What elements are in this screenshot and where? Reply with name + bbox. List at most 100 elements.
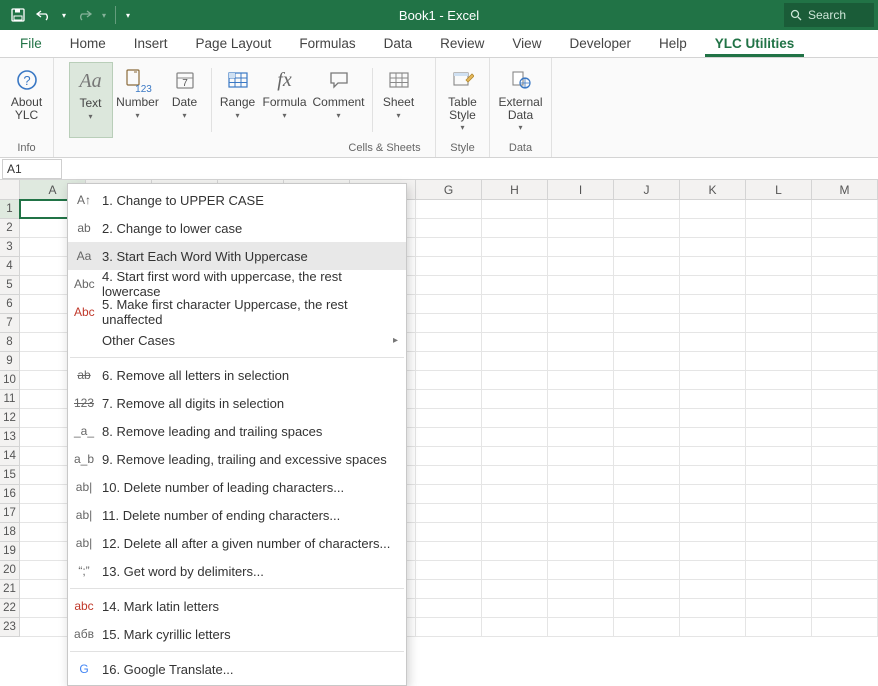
cell-H14[interactable]	[482, 447, 548, 465]
cell-J18[interactable]	[614, 523, 680, 541]
cell-L23[interactable]	[746, 618, 812, 636]
cell-H3[interactable]	[482, 238, 548, 256]
cell-G10[interactable]	[416, 371, 482, 389]
cell-I17[interactable]	[548, 504, 614, 522]
cell-J21[interactable]	[614, 580, 680, 598]
cell-I10[interactable]	[548, 371, 614, 389]
table-style-button[interactable]: Table Style ▾	[438, 62, 488, 138]
cell-L20[interactable]	[746, 561, 812, 579]
name-box[interactable]: A1	[2, 159, 62, 179]
cell-H11[interactable]	[482, 390, 548, 408]
cell-G3[interactable]	[416, 238, 482, 256]
row-header-12[interactable]: 12	[0, 409, 20, 428]
cell-K5[interactable]	[680, 276, 746, 294]
row-header-1[interactable]: 1	[0, 200, 20, 219]
cell-L21[interactable]	[746, 580, 812, 598]
cell-J16[interactable]	[614, 485, 680, 503]
cell-L9[interactable]	[746, 352, 812, 370]
cell-K3[interactable]	[680, 238, 746, 256]
cell-I13[interactable]	[548, 428, 614, 446]
external-data-button[interactable]: External Data ▾	[492, 62, 550, 138]
cell-H8[interactable]	[482, 333, 548, 351]
cell-G13[interactable]	[416, 428, 482, 446]
column-header-H[interactable]: H	[482, 180, 548, 199]
cell-J3[interactable]	[614, 238, 680, 256]
cell-K4[interactable]	[680, 257, 746, 275]
menu-item[interactable]: Aa3. Start Each Word With Uppercase	[68, 242, 406, 270]
column-header-M[interactable]: M	[812, 180, 878, 199]
formula-button[interactable]: fx Formula ▾	[260, 62, 310, 138]
cell-J6[interactable]	[614, 295, 680, 313]
cell-H16[interactable]	[482, 485, 548, 503]
tab-formulas[interactable]: Formulas	[289, 31, 365, 57]
cell-H18[interactable]	[482, 523, 548, 541]
cell-K2[interactable]	[680, 219, 746, 237]
row-header-3[interactable]: 3	[0, 238, 20, 257]
cell-J13[interactable]	[614, 428, 680, 446]
cell-M4[interactable]	[812, 257, 878, 275]
cell-L5[interactable]	[746, 276, 812, 294]
cell-L11[interactable]	[746, 390, 812, 408]
cell-L7[interactable]	[746, 314, 812, 332]
row-header-19[interactable]: 19	[0, 542, 20, 561]
cell-M13[interactable]	[812, 428, 878, 446]
cell-J22[interactable]	[614, 599, 680, 617]
cell-L13[interactable]	[746, 428, 812, 446]
cell-I5[interactable]	[548, 276, 614, 294]
cell-J8[interactable]	[614, 333, 680, 351]
cell-G11[interactable]	[416, 390, 482, 408]
row-header-18[interactable]: 18	[0, 523, 20, 542]
cell-K7[interactable]	[680, 314, 746, 332]
cell-K1[interactable]	[680, 200, 746, 218]
cell-M7[interactable]	[812, 314, 878, 332]
redo-button[interactable]	[72, 3, 96, 27]
cell-G7[interactable]	[416, 314, 482, 332]
row-header-6[interactable]: 6	[0, 295, 20, 314]
column-header-L[interactable]: L	[746, 180, 812, 199]
cell-M1[interactable]	[812, 200, 878, 218]
number-button[interactable]: 123 Number ▾	[113, 62, 163, 138]
menu-item[interactable]: ab|12. Delete all after a given number o…	[68, 529, 406, 557]
column-header-I[interactable]: I	[548, 180, 614, 199]
cell-M20[interactable]	[812, 561, 878, 579]
row-header-11[interactable]: 11	[0, 390, 20, 409]
cell-J17[interactable]	[614, 504, 680, 522]
cell-L4[interactable]	[746, 257, 812, 275]
qat-customize-dropdown[interactable]: ▾	[121, 3, 135, 27]
menu-item[interactable]: ab|10. Delete number of leading characte…	[68, 473, 406, 501]
cell-G2[interactable]	[416, 219, 482, 237]
cell-L19[interactable]	[746, 542, 812, 560]
cell-J9[interactable]	[614, 352, 680, 370]
sheet-button[interactable]: Sheet ▾	[377, 62, 421, 138]
tab-developer[interactable]: Developer	[559, 31, 641, 57]
cell-G6[interactable]	[416, 295, 482, 313]
cell-G14[interactable]	[416, 447, 482, 465]
row-header-13[interactable]: 13	[0, 428, 20, 447]
cell-K9[interactable]	[680, 352, 746, 370]
cell-L22[interactable]	[746, 599, 812, 617]
cell-K19[interactable]	[680, 542, 746, 560]
cell-I15[interactable]	[548, 466, 614, 484]
row-header-17[interactable]: 17	[0, 504, 20, 523]
cell-L15[interactable]	[746, 466, 812, 484]
cell-H2[interactable]	[482, 219, 548, 237]
cell-J15[interactable]	[614, 466, 680, 484]
menu-item[interactable]: a_b9. Remove leading, trailing and exces…	[68, 445, 406, 473]
cell-J11[interactable]	[614, 390, 680, 408]
undo-dropdown[interactable]: ▾	[58, 3, 70, 27]
tab-data[interactable]: Data	[374, 31, 423, 57]
cell-I2[interactable]	[548, 219, 614, 237]
cell-L12[interactable]	[746, 409, 812, 427]
cell-M2[interactable]	[812, 219, 878, 237]
row-header-15[interactable]: 15	[0, 466, 20, 485]
cell-J1[interactable]	[614, 200, 680, 218]
cell-I14[interactable]	[548, 447, 614, 465]
cell-L2[interactable]	[746, 219, 812, 237]
comment-button[interactable]: Comment ▾	[310, 62, 368, 138]
cell-K11[interactable]	[680, 390, 746, 408]
cell-I1[interactable]	[548, 200, 614, 218]
cell-G22[interactable]	[416, 599, 482, 617]
cell-L10[interactable]	[746, 371, 812, 389]
cell-I12[interactable]	[548, 409, 614, 427]
text-button[interactable]: Aa Text ▾	[69, 62, 113, 138]
